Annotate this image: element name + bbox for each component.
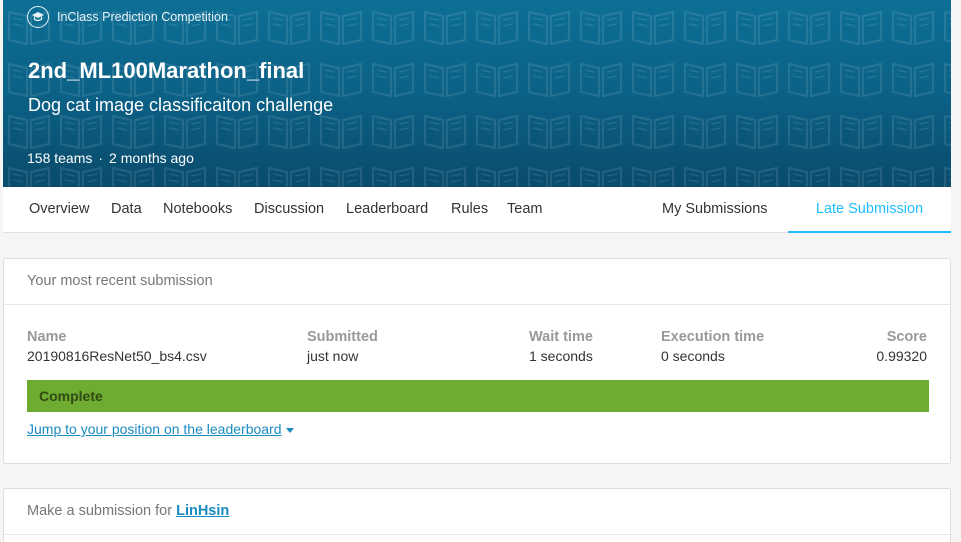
tab-overview[interactable]: Overview <box>29 187 89 233</box>
execution-time-column: Execution time 0 seconds <box>661 329 764 364</box>
execution-time-value: 0 seconds <box>661 348 725 364</box>
caret-down-icon <box>285 427 294 433</box>
competition-title: 2nd_ML100Marathon_final <box>28 58 305 83</box>
page: InClass Prediction Competition 2nd_ML100… <box>0 0 961 542</box>
tab-team[interactable]: Team <box>507 187 542 233</box>
tab-rules[interactable]: Rules <box>451 187 488 233</box>
make-submission-card: Make a submission for LinHsin <box>3 488 951 542</box>
name-header: Name <box>27 329 67 345</box>
graduation-cap-icon <box>27 6 49 28</box>
meta-separator: · <box>98 150 104 166</box>
jump-link-label: Jump to your position on the leaderboard <box>27 421 282 437</box>
tab-notebooks[interactable]: Notebooks <box>163 187 232 233</box>
user-link[interactable]: LinHsin <box>176 503 229 519</box>
competition-tabs: Overview Data Notebooks Discussion Leade… <box>3 187 951 233</box>
competition-subtitle: Dog cat image classificaiton challenge <box>28 95 334 115</box>
score-column: Score 0.99320 <box>876 329 927 364</box>
jump-to-leaderboard-link[interactable]: Jump to your position on the leaderboard <box>27 421 294 437</box>
status-bar-complete: Complete <box>27 380 929 412</box>
wait-time-column: Wait time 1 seconds <box>529 329 593 364</box>
recent-submission-card: Your most recent submission Name 2019081… <box>3 258 951 464</box>
make-submission-prefix: Make a submission for <box>27 503 173 519</box>
competition-age: 2 months ago <box>109 150 194 166</box>
wait-time-value: 1 seconds <box>529 348 593 364</box>
submission-filename: 20190816ResNet50_bs4.csv <box>27 348 207 364</box>
tab-leaderboard[interactable]: Leaderboard <box>346 187 428 233</box>
execution-time-header: Execution time <box>661 329 765 345</box>
score-header: Score <box>886 329 927 345</box>
tab-data[interactable]: Data <box>111 187 142 233</box>
submission-details: Name 20190816ResNet50_bs4.csv Submitted … <box>4 305 950 369</box>
competition-meta: 158 teams · 2 months ago <box>27 150 194 166</box>
tab-my-submissions[interactable]: My Submissions <box>662 187 768 233</box>
submitted-value: just now <box>307 348 359 364</box>
submitted-header: Submitted <box>307 329 378 345</box>
tab-discussion[interactable]: Discussion <box>254 187 324 233</box>
competition-type: InClass Prediction Competition <box>27 6 228 28</box>
team-count: 158 teams <box>27 150 93 166</box>
competition-header: InClass Prediction Competition 2nd_ML100… <box>3 0 951 187</box>
score-value: 0.99320 <box>876 348 927 364</box>
tab-late-submission[interactable]: Late Submission <box>788 187 951 233</box>
wait-time-header: Wait time <box>529 329 593 345</box>
submitted-column: Submitted just now <box>307 329 378 364</box>
name-column: Name 20190816ResNet50_bs4.csv <box>27 329 207 364</box>
competition-type-label: InClass Prediction Competition <box>57 10 228 24</box>
make-submission-heading: Make a submission for LinHsin <box>4 489 950 535</box>
recent-submission-heading: Your most recent submission <box>4 259 950 305</box>
